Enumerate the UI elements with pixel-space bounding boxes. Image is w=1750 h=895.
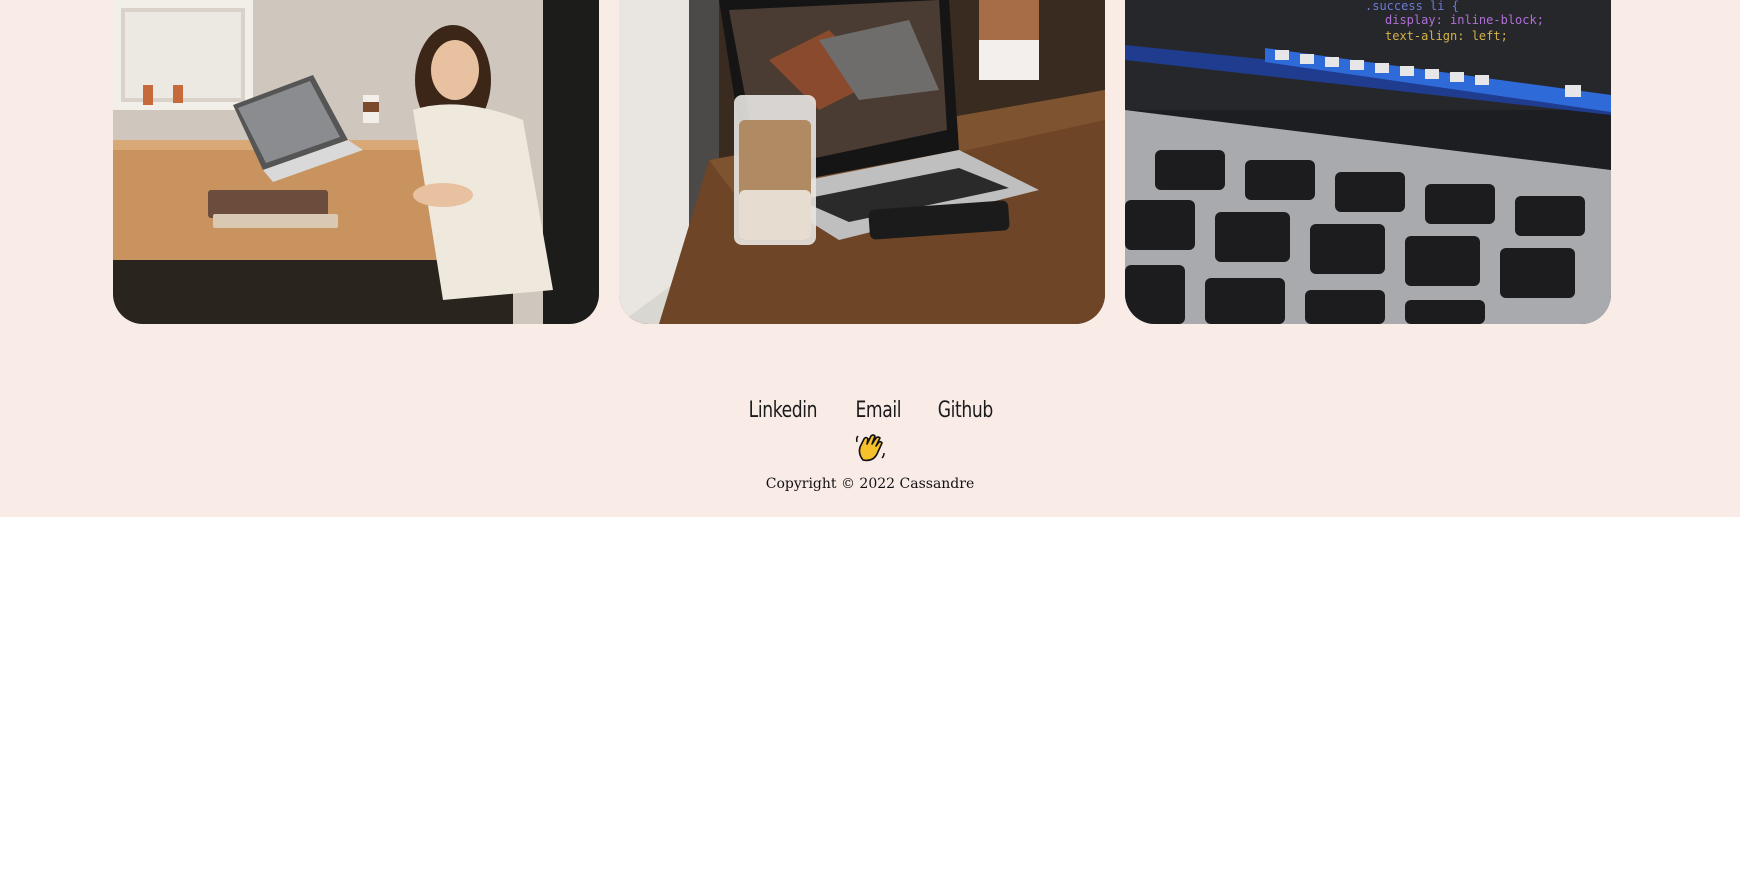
woman-writing-image bbox=[113, 0, 599, 324]
footer: Linkedin Email Github Copyright © 2022 C… bbox=[0, 390, 1740, 493]
copyright-text: Copyright © 2022 Cassandre bbox=[765, 476, 975, 492]
gallery-image-1[interactable] bbox=[113, 0, 599, 324]
gallery-image-2[interactable] bbox=[619, 0, 1105, 324]
gallery-image-3[interactable]: .success li { display: inline-block; tex… bbox=[1125, 0, 1611, 324]
linkedin-link[interactable]: Linkedin bbox=[749, 398, 818, 423]
footer-links: Linkedin Email Github bbox=[0, 390, 1740, 430]
page: .success li { display: inline-block; tex… bbox=[0, 0, 1750, 895]
email-link[interactable]: Email bbox=[856, 398, 902, 423]
coffee-laptop-image bbox=[619, 0, 1105, 324]
github-link[interactable]: Github bbox=[938, 398, 993, 423]
svg-text:.success li {: .success li { bbox=[1365, 0, 1459, 13]
svg-text:display: inline-block;: display: inline-block; bbox=[1385, 13, 1544, 27]
svg-text:text-align: left;: text-align: left; bbox=[1385, 29, 1508, 43]
keyboard-code-image: .success li { display: inline-block; tex… bbox=[1125, 0, 1611, 324]
image-gallery: .success li { display: inline-block; tex… bbox=[113, 0, 1611, 324]
waving-hand-icon bbox=[0, 432, 1740, 468]
